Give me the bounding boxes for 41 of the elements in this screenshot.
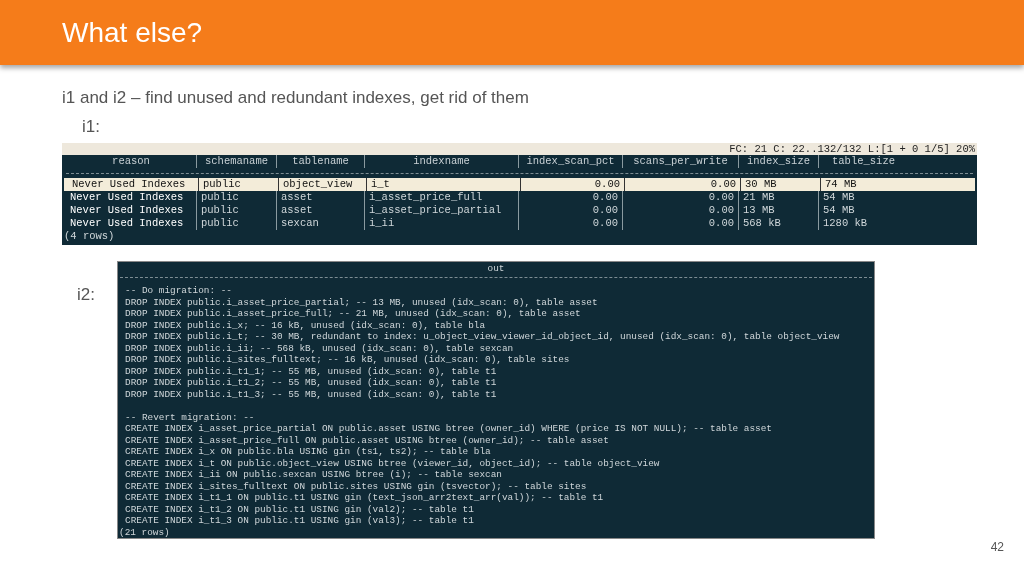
- section-label: i1:: [82, 117, 101, 138]
- table-row[interactable]: Never Used Indexes public object_view i_t 0.00 0.00 30 MB 74 MB: [64, 178, 975, 191]
- code-line: DROP INDEX public.i_asset_price_full; -- 21 MB, unused (idx_scan: 0), table asset: [125, 308, 582, 320]
- section-label: i2:: [76, 284, 96, 306]
- code-line: DROP INDEX public.i_t1_1; -- 55 MB, unused (idx_scan: 0), table t1: [125, 365, 498, 377]
- column-header: table_size: [818, 155, 908, 168]
- code-line: CREATE INDEX i_ii ON public.sexcan USING btree (i); -- table sexcan: [125, 469, 503, 481]
- code-line: DROP INDEX public.i_t1_3; -- 55 MB, unused (idx_scan: 0), table t1: [125, 388, 498, 400]
- code-line: -- Revert migration: --: [125, 411, 256, 423]
- status-line: FC: 21 C: 22..132/132 L:[1 + 0 1/5] 20%: [729, 143, 975, 155]
- code-line: CREATE INDEX i_sites_fulltext ON public.sites USING gin (tsvector); -- table sites: [125, 480, 588, 492]
- code-line: DROP INDEX public.i_sites_fulltext; -- 16 kB, unused (idx_scan: 0), table sites: [125, 354, 571, 366]
- table-row[interactable]: Never Used Indexes public asset i_asset_price_partial 0.00 0.00 13 MB 54 MB: [62, 204, 977, 217]
- code-line: CREATE INDEX i_x ON public.bla USING gin (ts1, ts2); -- table bla: [125, 446, 492, 458]
- table-row[interactable]: Never Used Indexes public asset i_asset_price_full 0.00 0.00 21 MB 54 MB: [62, 191, 977, 204]
- slide-title: What else?: [62, 16, 203, 49]
- code-line: CREATE INDEX i_t1_3 ON public.t1 USING gin (val3); -- table t1: [125, 515, 475, 527]
- column-header: reason: [111, 155, 151, 168]
- code-line: DROP INDEX public.i_t; -- 30 MB, redundant to index: u_object_view_viewer_id_object_id, unused (idx_scan: 0), table object_view: [125, 331, 841, 343]
- code-line: DROP INDEX public.i_asset_price_partial; -- 13 MB, unused (idx_scan: 0), table asset: [125, 296, 599, 308]
- code-line: -- Do migration: --: [125, 285, 233, 297]
- code-line: CREATE INDEX i_t1_2 ON public.t1 USING gin (val2); -- table t1: [125, 503, 475, 515]
- row-count: (4 rows): [63, 230, 116, 243]
- column-header: out: [487, 263, 505, 274]
- code-line: DROP INDEX public.i_t1_2; -- 55 MB, unused (idx_scan: 0), table t1: [125, 377, 498, 389]
- code-line: CREATE INDEX i_t ON public.object_view USING btree (viewer_id, object_id); -- table object_view: [125, 457, 661, 469]
- table-row[interactable]: Never Used Indexes public sexcan i_ii 0.00 0.00 568 kB 1280 kB: [62, 217, 977, 230]
- code-line: CREATE INDEX i_asset_price_partial ON public.asset USING btree (owner_id) WHERE (price IS NOT NULL); -- table asset: [125, 423, 773, 435]
- code-line: DROP INDEX public.i_x; -- 16 kB, unused (idx_scan: 0), table bla: [125, 319, 487, 331]
- column-header: indexname: [364, 155, 518, 168]
- column-header: tablename: [276, 155, 364, 168]
- page-number: 42: [990, 540, 1004, 554]
- column-header: schemaname: [196, 155, 276, 168]
- column-header: index_size: [738, 155, 818, 168]
- row-count: (21 rows): [118, 526, 171, 538]
- column-header: index_scan_pct: [518, 155, 622, 168]
- code-line: DROP INDEX public.i_ii; -- 568 kB, unused (idx_scan: 0), table sexcan: [125, 342, 515, 354]
- column-header: scans_per_write: [622, 155, 738, 168]
- code-line: CREATE INDEX i_asset_price_full ON public.asset USING btree (owner_id); -- table asset: [125, 434, 610, 446]
- slide-subtitle: i1 and i2 – find unused and redundant indexes, get rid of them: [62, 88, 530, 108]
- code-line: CREATE INDEX i_t1_1 ON public.t1 USING gin (text_json_arr2text_arr(val)); -- table t1: [125, 492, 605, 504]
